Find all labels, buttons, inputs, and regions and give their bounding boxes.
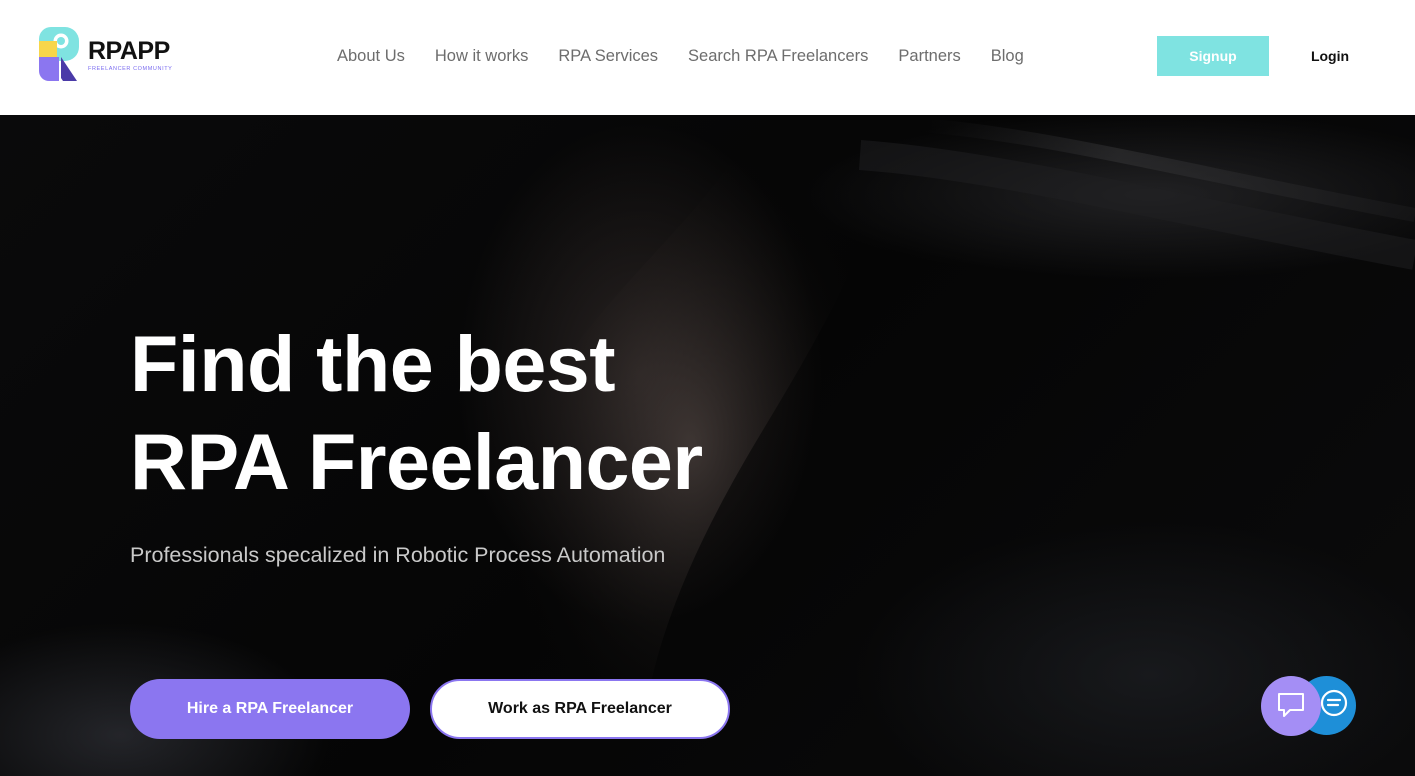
logo-mark-icon [37, 27, 81, 83]
hire-freelancer-button[interactable]: Hire a RPA Freelancer [130, 679, 410, 739]
rpapp-logo[interactable]: RPAPP FREELANCER COMMUNITY [37, 26, 202, 84]
login-button[interactable]: Login [1296, 36, 1364, 76]
hero-subtitle: Professionals specalized in Robotic Proc… [130, 543, 666, 567]
nav-item-about-us[interactable]: About Us [337, 46, 405, 66]
nav-item-blog[interactable]: Blog [991, 46, 1024, 66]
hero-title: Find the best RPA Freelancer [130, 315, 703, 511]
hero-title-line-1: Find the best [130, 319, 616, 408]
nav-item-how-it-works[interactable]: How it works [435, 46, 529, 66]
nav-item-search-rpa-freelancers[interactable]: Search RPA Freelancers [688, 46, 868, 66]
work-as-freelancer-button[interactable]: Work as RPA Freelancer [430, 679, 730, 739]
logo-tagline: FREELANCER COMMUNITY [88, 65, 173, 72]
message-lines-icon [1319, 688, 1349, 723]
hero-title-line-2: RPA Freelancer [130, 417, 703, 506]
hero-section: Find the best RPA Freelancer Professiona… [0, 115, 1415, 776]
chat-widget-button[interactable] [1261, 676, 1321, 736]
nav-item-partners[interactable]: Partners [898, 46, 960, 66]
chat-bubble-icon [1276, 689, 1306, 724]
logo-wordmark: RPAPP [88, 36, 170, 65]
nav-item-rpa-services[interactable]: RPA Services [558, 46, 658, 66]
logo-text: RPAPP FREELANCER COMMUNITY [88, 36, 173, 72]
main-nav: About Us How it works RPA Services Searc… [337, 46, 1054, 66]
signup-button[interactable]: Signup [1157, 36, 1269, 76]
site-header: RPAPP FREELANCER COMMUNITY About Us How … [0, 0, 1415, 115]
